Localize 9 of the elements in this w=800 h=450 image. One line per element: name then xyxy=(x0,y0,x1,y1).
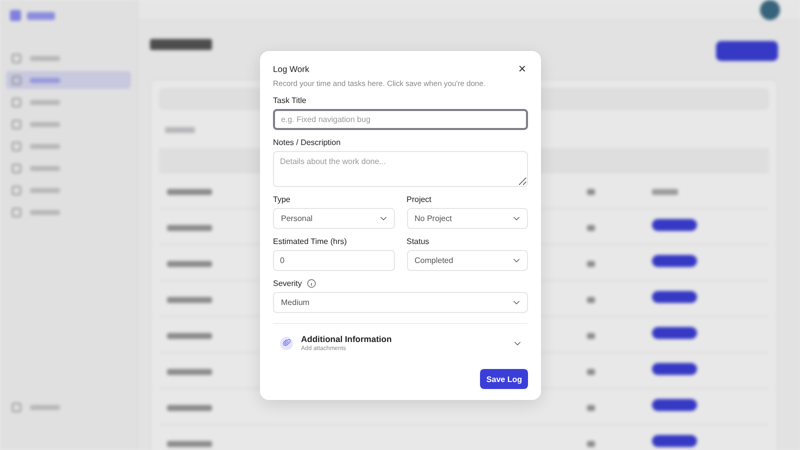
field-label: Notes / Description xyxy=(273,138,341,147)
field-label: Project xyxy=(406,195,432,204)
field-label: Status xyxy=(406,237,430,246)
field-label: Type xyxy=(273,195,290,204)
section-title: Additional Information xyxy=(301,334,393,344)
dialog-title: Log Work xyxy=(273,64,310,74)
field-label: Estimated Time (hrs) xyxy=(273,237,347,246)
field-label: Severity xyxy=(273,279,302,288)
field-label: Task Title xyxy=(273,96,306,105)
